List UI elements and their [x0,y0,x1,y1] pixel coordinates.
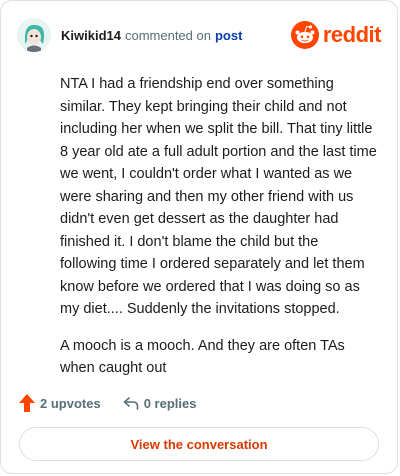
commented-on-text: commented on [124,27,211,43]
avatar[interactable] [17,18,51,52]
upvote-count: 2 upvotes [40,395,101,411]
reply-icon [123,397,138,410]
comment-header: Kiwikid14 commented on post reddit [17,15,382,55]
avatar-icon [17,18,51,52]
comment-actions: 2 upvotes 0 replies [19,394,196,412]
comment-body: NTA I had a friendship end over somethin… [60,73,377,394]
view-conversation-button[interactable]: View the conversation [19,427,379,461]
comment-byline: Kiwikid14 commented on post [61,28,242,43]
reddit-wordmark: reddit [322,22,382,47]
upvote-arrow-icon [19,394,35,412]
comment-paragraph: A mooch is a mooch. And they are often T… [60,337,345,377]
reddit-logo[interactable]: reddit [290,21,382,49]
reddit-snoo-icon [290,21,319,49]
reply-count: 0 replies [143,395,197,411]
post-link[interactable]: post [215,28,242,43]
reply-button[interactable]: 0 replies [123,395,197,411]
comment-paragraph: NTA I had a friendship end over somethin… [60,76,377,317]
comment-card: Kiwikid14 commented on post reddit NTA I… [0,0,398,474]
username[interactable]: Kiwikid14 [61,28,121,43]
upvote-button[interactable]: 2 upvotes [19,394,101,412]
